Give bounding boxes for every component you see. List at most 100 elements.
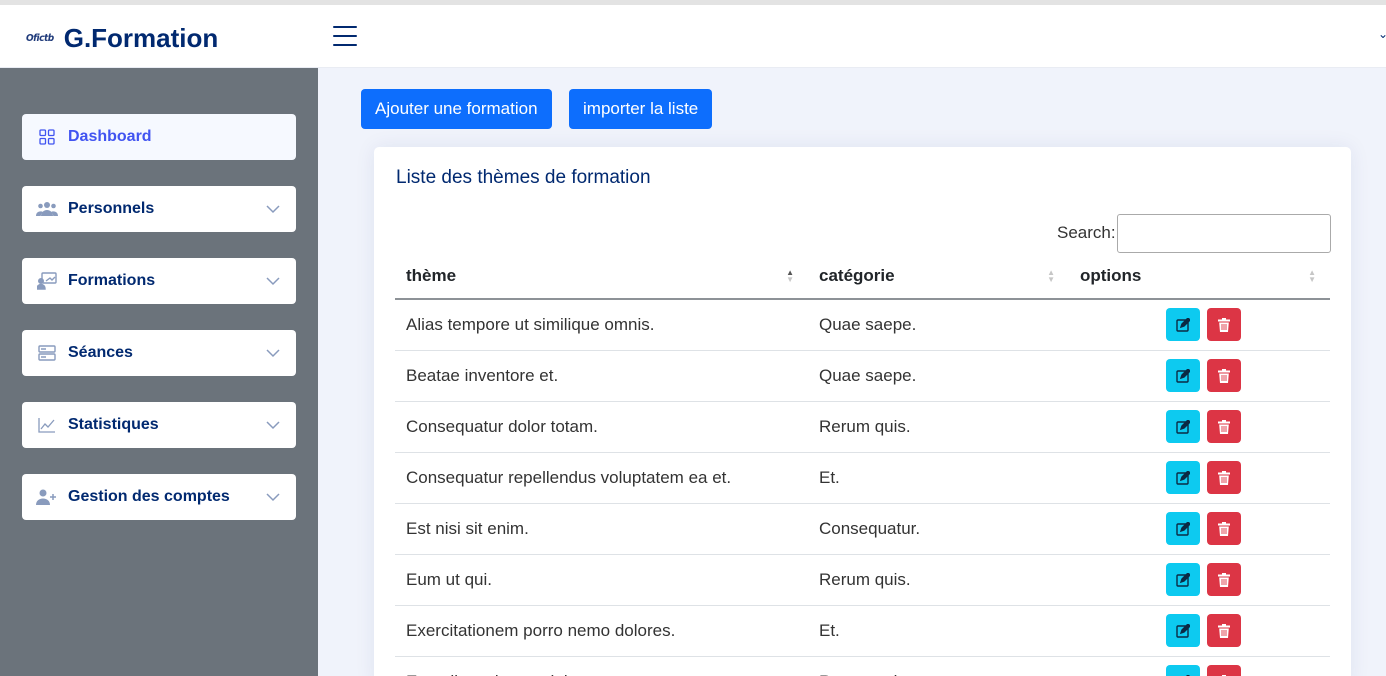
sidebar-item-statistiques[interactable]: Statistiques — [22, 402, 296, 448]
edit-button[interactable] — [1165, 359, 1200, 392]
cell-theme: Eum ut qui. — [395, 554, 808, 606]
grid-icon — [36, 128, 58, 146]
table-row: Est nisi sit enim. Consequatur. — [395, 503, 1330, 555]
cell-theme: Alias tempore ut similique omnis. — [395, 299, 808, 351]
sort-icon: ▲ ▼ — [1047, 268, 1055, 284]
sidebar: Dashboard Personnels Formations Séances … — [0, 68, 318, 676]
cell-options — [1069, 401, 1330, 453]
trash-icon — [1217, 521, 1230, 536]
edit-button[interactable] — [1165, 410, 1200, 443]
cell-options — [1069, 605, 1330, 657]
cell-categorie: Quae saepe. — [808, 299, 1069, 351]
column-header-label: options — [1080, 265, 1142, 285]
person-plus-icon — [36, 488, 58, 506]
chevron-down-icon — [266, 349, 280, 358]
cell-theme: Beatae inventore et. — [395, 350, 808, 402]
search-label: Search: — [1057, 223, 1116, 242]
sidebar-item-label: Statistiques — [68, 416, 159, 433]
people-icon — [36, 200, 58, 218]
edit-button[interactable] — [1165, 308, 1200, 342]
delete-button[interactable] — [1206, 308, 1241, 342]
sidebar-item-personnels[interactable]: Personnels — [22, 186, 296, 232]
search-input[interactable] — [1117, 214, 1331, 253]
menu-toggle-icon[interactable] — [333, 26, 357, 46]
delete-button[interactable] — [1206, 563, 1241, 596]
trash-icon — [1217, 470, 1230, 485]
cell-theme: Expedita voluptas dolorem. — [395, 656, 808, 676]
column-header-categorie[interactable]: catégorie ▲ ▼ — [808, 253, 1069, 300]
edit-icon — [1175, 470, 1190, 485]
themes-card: Liste des thèmes de formation Search: th… — [374, 147, 1351, 676]
edit-icon — [1175, 623, 1190, 638]
sort-icon: ▲ ▼ — [786, 268, 794, 284]
chevron-down-icon — [266, 277, 280, 286]
sidebar-item-label: Dashboard — [68, 128, 152, 145]
trash-icon — [1217, 623, 1230, 638]
logo[interactable]: Ofictb G.Formation — [26, 23, 218, 54]
sidebar-item-dashboard[interactable]: Dashboard — [22, 114, 296, 160]
column-header-label: catégorie — [819, 265, 895, 285]
sidebar-item-formations[interactable]: Formations — [22, 258, 296, 304]
cell-options — [1069, 452, 1330, 504]
edit-icon — [1175, 317, 1190, 332]
cell-options — [1069, 554, 1330, 606]
edit-icon — [1175, 419, 1190, 434]
table-header-row: thème ▲ ▼ catégorie ▲ ▼ options ▲ ▼ — [395, 253, 1330, 300]
chevron-down-icon — [266, 205, 280, 214]
edit-icon — [1175, 368, 1190, 383]
edit-button[interactable] — [1165, 512, 1200, 545]
sort-icon: ▲ ▼ — [1308, 268, 1316, 284]
edit-icon — [1175, 572, 1190, 587]
import-list-button[interactable]: importer la liste — [569, 89, 713, 129]
cell-theme: Consequatur dolor totam. — [395, 401, 808, 453]
cell-categorie: Rerum quis. — [808, 401, 1069, 453]
table-row: Eum ut qui. Rerum quis. — [395, 554, 1330, 606]
cell-categorie: Et. — [808, 452, 1069, 504]
edit-icon — [1175, 521, 1190, 536]
cell-options — [1069, 656, 1330, 676]
edit-button[interactable] — [1165, 614, 1200, 647]
add-formation-button[interactable]: Ajouter une formation — [361, 89, 552, 129]
cell-options — [1069, 503, 1330, 555]
delete-button[interactable] — [1206, 614, 1241, 647]
logo-mark: Ofictb — [26, 33, 54, 44]
edit-button[interactable] — [1165, 665, 1200, 676]
cell-categorie: Rerum quis. — [808, 554, 1069, 606]
table-row: Expedita voluptas dolorem.Rerum quis. — [395, 656, 1330, 676]
table-row: Alias tempore ut similique omnis. Quae sa… — [395, 299, 1330, 351]
chevron-down-icon — [266, 493, 280, 502]
edit-button[interactable] — [1165, 461, 1200, 494]
column-header-label: thème — [406, 265, 457, 285]
trash-icon — [1217, 572, 1230, 587]
delete-button[interactable] — [1206, 512, 1241, 545]
cell-theme: Exercitationem porro nemo dolores. — [395, 605, 808, 657]
presentation-icon — [36, 272, 58, 290]
sidebar-item-label: Gestion des comptes — [68, 488, 230, 505]
server-icon — [36, 344, 58, 362]
cell-categorie: Quae saepe. — [808, 350, 1069, 402]
graph-icon — [36, 416, 58, 434]
delete-button[interactable] — [1206, 665, 1241, 676]
sidebar-item-gestion-des-comptes[interactable]: Gestion des comptes — [22, 474, 296, 520]
trash-icon — [1217, 317, 1230, 332]
cell-categorie: Consequatur. — [808, 503, 1069, 555]
cell-categorie: Et. — [808, 605, 1069, 657]
delete-button[interactable] — [1206, 359, 1241, 392]
card-title: Liste des thèmes de formation — [396, 167, 651, 188]
table-row: Consequatur dolor totam. Rerum quis. — [395, 401, 1330, 453]
column-header-theme[interactable]: thème ▲ ▼ — [395, 253, 808, 300]
sidebar-item-seances[interactable]: Séances — [22, 330, 296, 376]
delete-button[interactable] — [1206, 461, 1241, 494]
delete-button[interactable] — [1206, 410, 1241, 443]
table-row: Beatae inventore et. Quae saepe. — [395, 350, 1330, 402]
chevron-down-icon[interactable]: ⌄ — [1378, 27, 1386, 41]
edit-button[interactable] — [1165, 563, 1200, 596]
cell-theme: Consequatur repellendus voluptatem ea et… — [395, 452, 808, 504]
sidebar-item-label: Séances — [68, 344, 133, 361]
column-header-options[interactable]: options ▲ ▼ — [1069, 253, 1330, 300]
cell-options — [1069, 350, 1330, 402]
sidebar-item-label: Personnels — [68, 200, 155, 217]
trash-icon — [1217, 419, 1230, 434]
themes-table: thème ▲ ▼ catégorie ▲ ▼ options ▲ ▼ Alias t… — [395, 253, 1330, 676]
app-title: G.Formation — [63, 23, 219, 53]
